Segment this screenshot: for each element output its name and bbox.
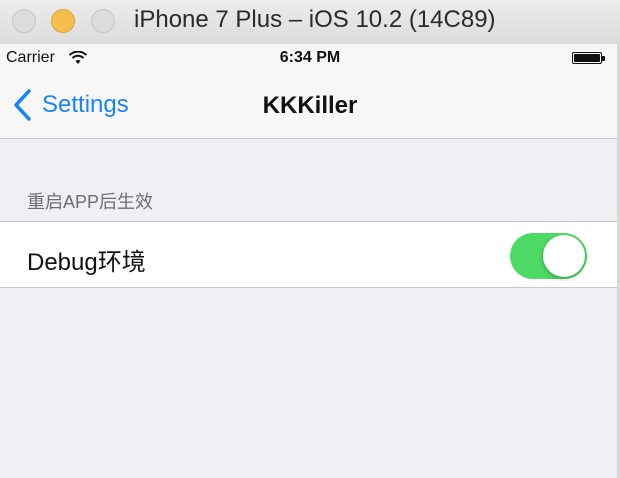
page-title: KKKiller — [262, 92, 358, 119]
cell-label: Debug环境 — [27, 249, 146, 276]
debug-toggle-switch[interactable] — [510, 233, 587, 279]
settings-cell-debug: Debug环境 — [0, 221, 620, 288]
status-bar: Carrier 6:34 PM — [0, 44, 620, 72]
status-time: 6:34 PM — [279, 49, 341, 66]
close-window-button[interactable] — [12, 9, 36, 33]
window-title: iPhone 7 Plus – iOS 10.2 (14C89) — [134, 6, 496, 33]
simulator-window: iPhone 7 Plus – iOS 10.2 (14C89) Carrier… — [0, 0, 620, 478]
zoom-window-button[interactable] — [91, 9, 115, 33]
navigation-bar: Settings KKKiller — [0, 72, 620, 139]
battery-icon — [572, 52, 605, 64]
window-titlebar: iPhone 7 Plus – iOS 10.2 (14C89) — [0, 0, 620, 45]
minimize-window-button[interactable] — [51, 9, 75, 33]
section-header: 重启APP后生效 — [27, 192, 154, 212]
switch-knob — [543, 235, 585, 277]
